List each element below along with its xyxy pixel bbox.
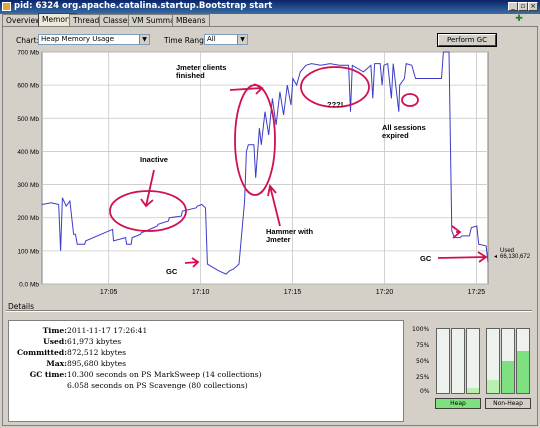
nonheap-pool-bar-3[interactable] [516,328,530,394]
detail-row-committed: Committed: 872,512 kbytes [16,348,127,357]
heap-button[interactable]: Heap [435,398,481,409]
gauge-tick: 50% [416,358,430,365]
detail-row-max: Max: 895,680 kbytes [46,359,127,368]
annotation-inactive: Inactive [140,155,168,164]
x-tick-label: 17:15 [284,289,302,296]
gauge-tick: 25% [416,374,430,381]
annotation-question: ???! [327,100,343,109]
heap-pool-bar-1[interactable] [436,328,450,394]
x-tick-label: 17:25 [468,289,486,296]
nonheap-pool-bar-1[interactable] [486,328,500,394]
x-tick-label: 17:05 [100,289,118,296]
memory-pool-gauges: 100% 75% 50% 25% 0% Heap Non-Heap [410,320,534,422]
heap-memory-chart: 0.0 Mb 100 Mb 200 Mb 300 Mb 400 Mb 500 Mb 600 … [17,50,531,297]
heap-pool-bar-3[interactable] [466,328,480,394]
y-tick-label: 0.0 Mb [19,282,39,289]
detail-row-gc-time-2: 6.058 seconds on PS Scavenge (80 collect… [67,381,248,390]
y-tick-label: 300 Mb [17,182,39,189]
x-tick-label: 17:20 [376,289,394,296]
detail-row-gc-time: GC time: 10.300 seconds on PS MarkSweep (… [29,370,262,379]
detail-row-used: Used: 61,973 kbytes [43,337,122,346]
used-readout-value: 66,130,672 [500,254,531,260]
heap-pool-bar-2[interactable] [451,328,465,394]
y-tick-label: 100 Mb [17,248,39,255]
details-divider [6,310,532,312]
annotation-gc-left: GC [166,267,178,276]
gauge-tick: 0% [420,388,430,395]
y-tick-label: 700 Mb [17,50,39,57]
y-tick-label: 500 Mb [17,116,39,123]
annotation-gc-right: GC [420,254,432,263]
x-axis-ticks: 17:05 17:10 17:15 17:20 17:25 [100,289,485,296]
y-tick-label: 600 Mb [17,83,39,90]
nonheap-button[interactable]: Non-Heap [485,398,531,409]
used-readout-arrow: ◂ [494,254,497,260]
nonheap-pool-bar-2[interactable] [501,328,515,394]
y-tick-label: 400 Mb [17,149,39,156]
details-box: Time: 2011-11-17 17:26:41 Used: 61,973 kby… [8,320,404,422]
y-axis-ticks: 0.0 Mb 100 Mb 200 Mb 300 Mb 400 Mb 500 Mb 600 … [17,50,39,289]
detail-row-time: Time: 2011-11-17 17:26:41 [42,326,148,335]
gauge-tick: 75% [416,342,430,349]
x-tick-label: 17:10 [192,289,210,296]
gauge-tick: 100% [412,326,430,333]
y-tick-label: 200 Mb [17,215,39,222]
